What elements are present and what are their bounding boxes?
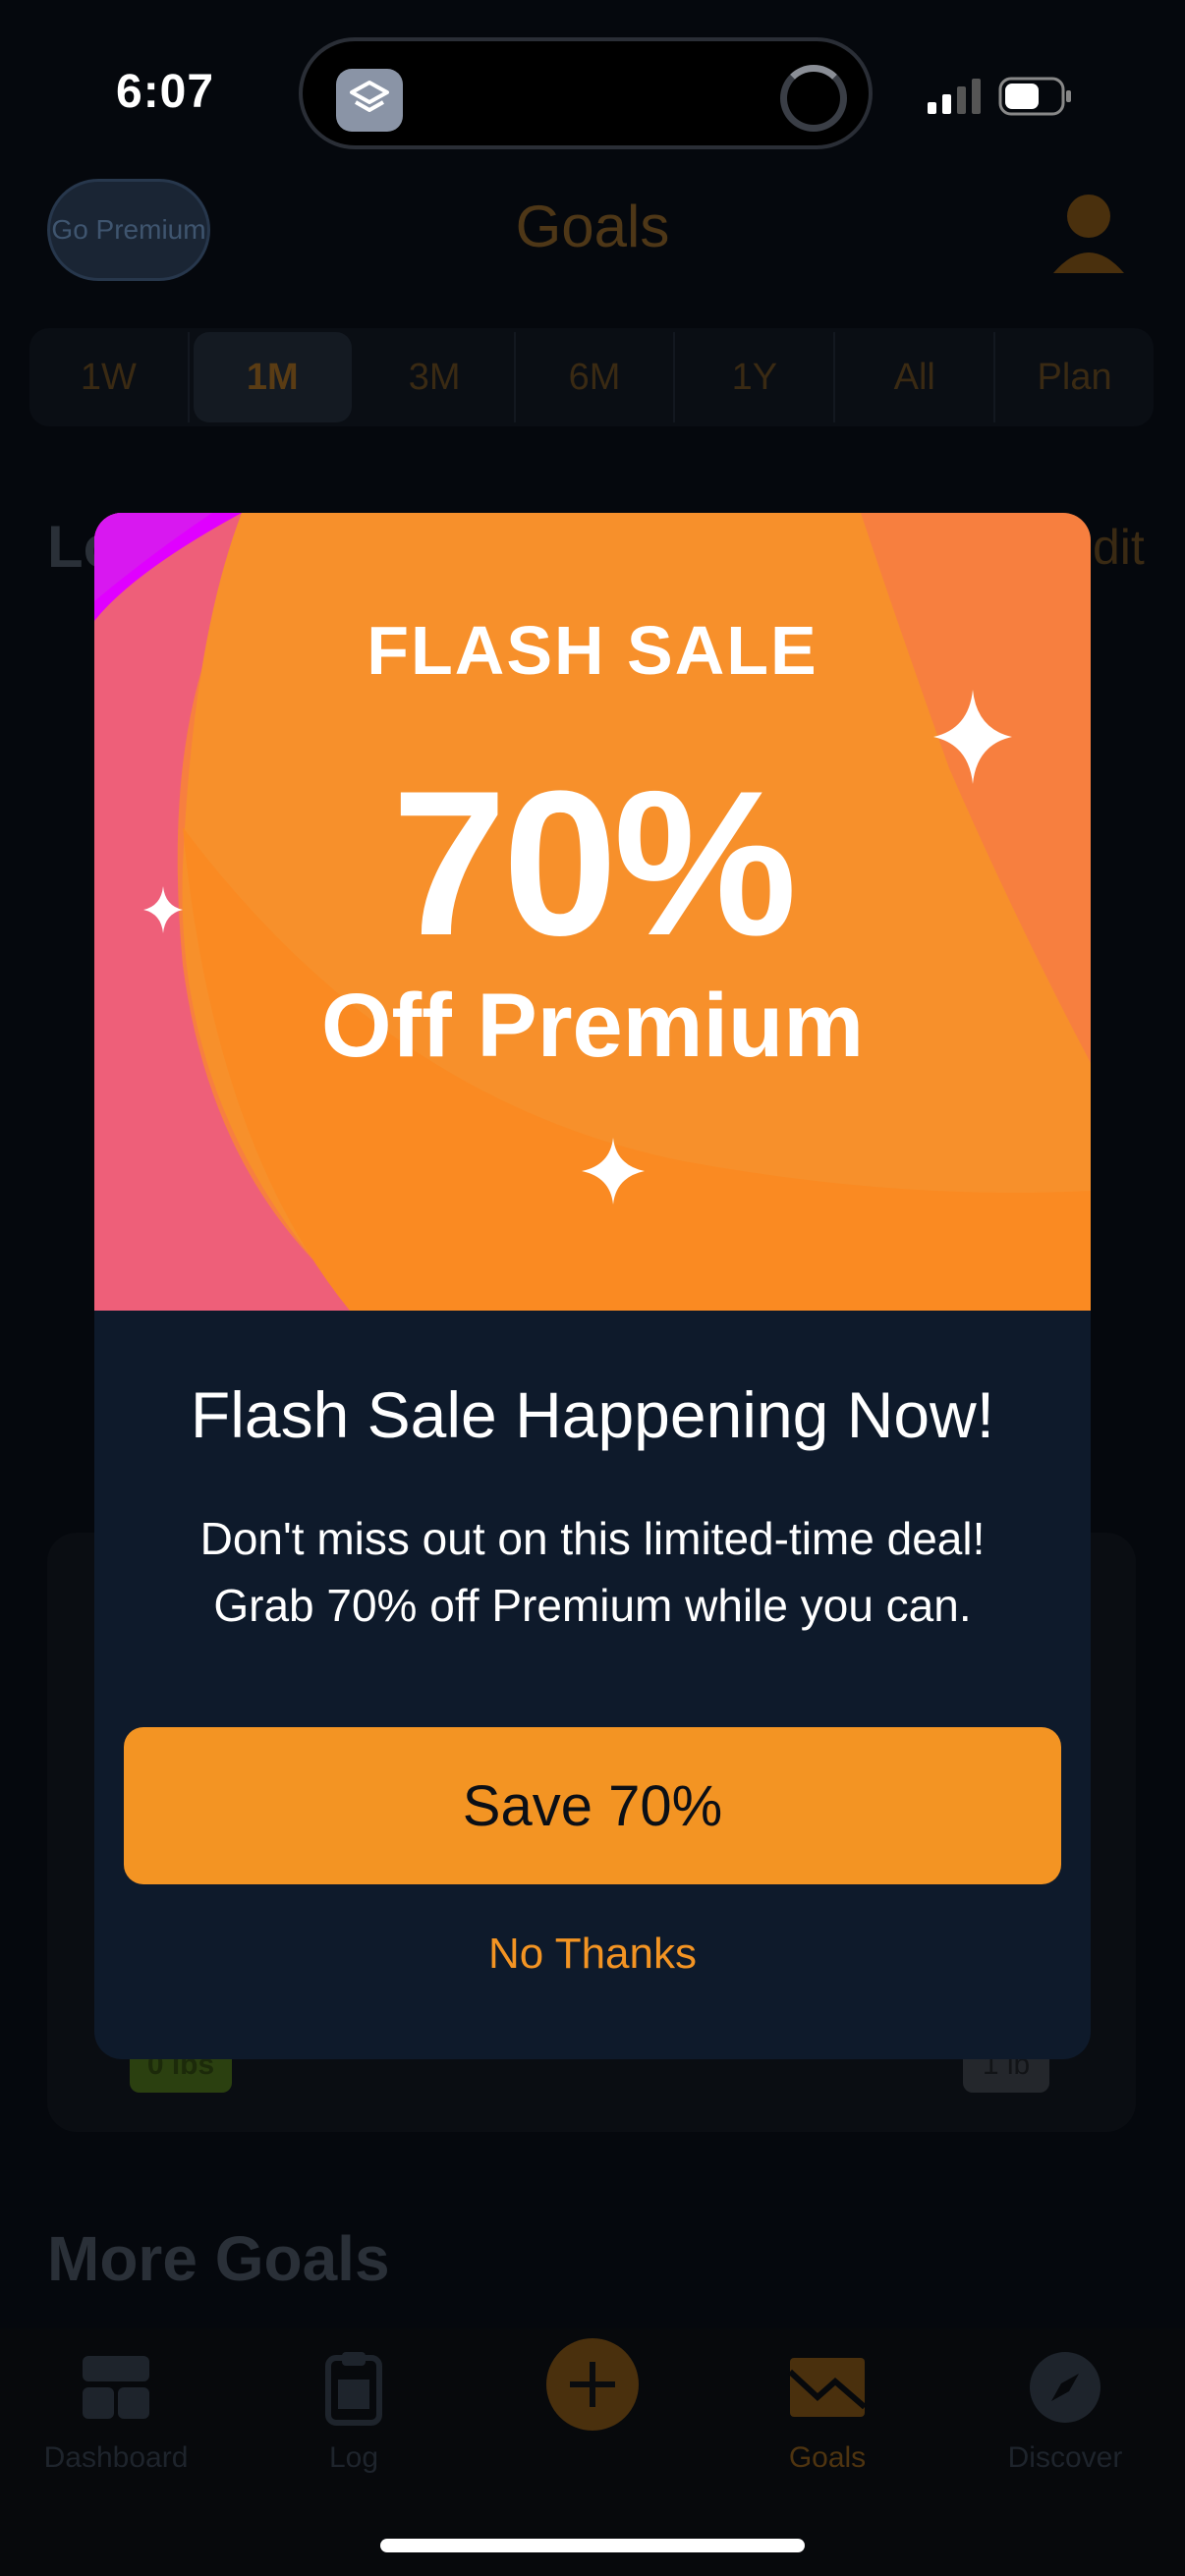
save-70-button[interactable]: Save 70% xyxy=(124,1727,1061,1884)
tabbar-discover[interactable]: Discover xyxy=(967,2348,1163,2475)
tabbar-discover-label: Discover xyxy=(1007,2441,1123,2474)
status-time: 6:07 xyxy=(116,66,215,118)
tab-all[interactable]: All xyxy=(835,332,996,422)
goals-chart-icon xyxy=(787,2358,867,2417)
tab-6m[interactable]: 6M xyxy=(516,332,676,422)
activity-ring-icon xyxy=(780,65,847,132)
shortcuts-app-icon xyxy=(336,69,403,132)
tabbar-goals[interactable]: Goals xyxy=(729,2348,926,2475)
clipboard-icon xyxy=(325,2352,382,2426)
tab-1m[interactable]: 1M xyxy=(193,332,352,422)
page-title: Goals xyxy=(515,194,670,259)
tab-1w[interactable]: 1W xyxy=(29,332,190,422)
tab-1y[interactable]: 1Y xyxy=(675,332,836,422)
tabbar-dashboard-label: Dashboard xyxy=(43,2441,189,2474)
cellular-signal-icon xyxy=(928,79,981,114)
add-button[interactable] xyxy=(546,2338,639,2431)
tab-plan[interactable]: Plan xyxy=(995,332,1154,422)
tabbar-log-label: Log xyxy=(328,2441,379,2474)
profile-icon[interactable] xyxy=(1051,187,1126,275)
banner-off-premium-text: Off Premium xyxy=(320,976,865,1076)
compass-icon xyxy=(1030,2352,1100,2423)
tab-3m[interactable]: 3M xyxy=(356,332,516,422)
banner-discount-percent: 70% xyxy=(391,748,797,979)
more-goals-heading: More Goals xyxy=(47,2223,390,2294)
modal-body-line-2: Grab 70% off Premium while you can. xyxy=(213,1580,972,1631)
modal-body-line-1: Don't miss out on this limited-time deal… xyxy=(199,1513,986,1564)
modal-title: Flash Sale Happening Now! xyxy=(190,1378,995,1451)
edit-link[interactable]: dit xyxy=(1093,519,1145,576)
tabbar-dashboard[interactable]: Dashboard xyxy=(18,2348,214,2475)
banner-flash-sale-text: FLASH SALE xyxy=(367,612,818,689)
dynamic-island xyxy=(299,37,873,149)
home-indicator xyxy=(380,2539,805,2552)
range-tabs: 1W 1M 3M 6M 1Y All Plan xyxy=(29,328,1154,426)
tabbar-log[interactable]: Log xyxy=(255,2348,452,2475)
tabbar-goals-label: Goals xyxy=(788,2441,867,2474)
plus-icon xyxy=(570,2362,615,2407)
dashboard-icon xyxy=(83,2356,149,2419)
modal-body: Don't miss out on this limited-time deal… xyxy=(134,1505,1051,1639)
battery-icon xyxy=(998,77,1071,116)
flash-sale-modal: FLASH SALE 70% Off Premium Flash Sale Ha… xyxy=(94,513,1091,2059)
no-thanks-button[interactable]: No Thanks xyxy=(94,1930,1091,1979)
